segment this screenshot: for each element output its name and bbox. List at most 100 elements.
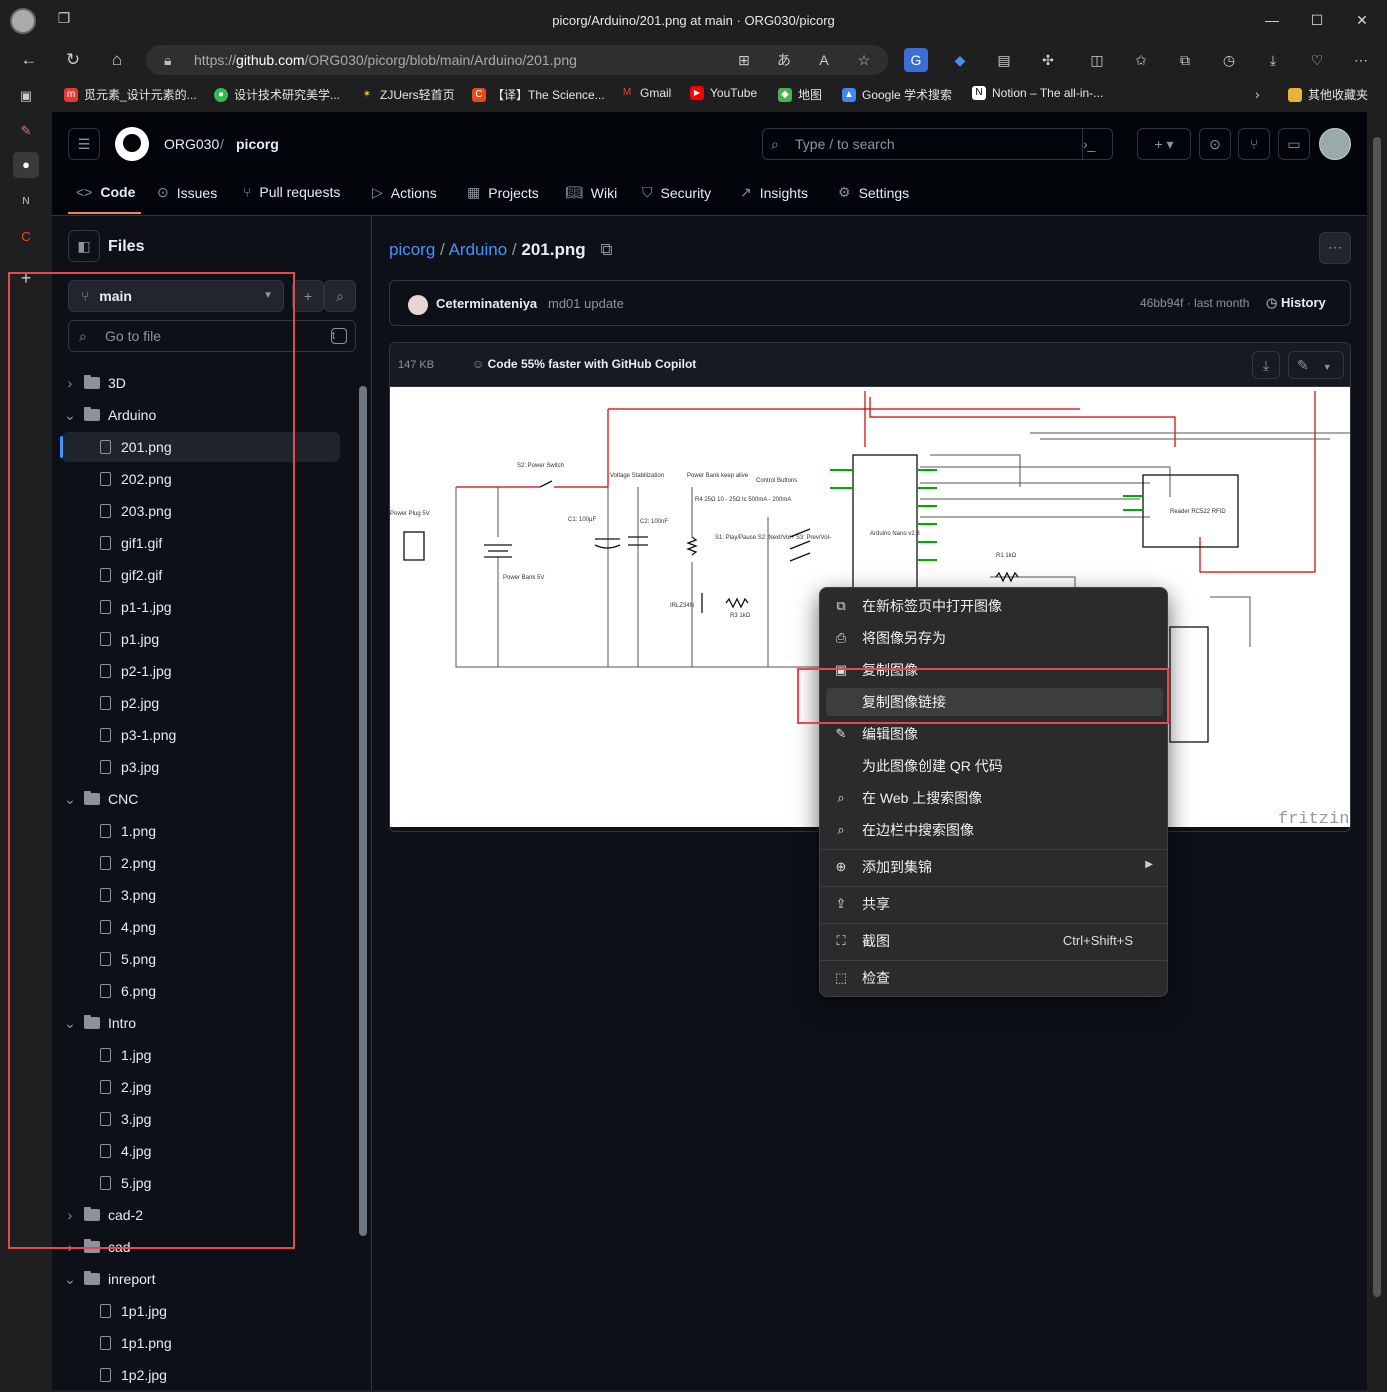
document-icon[interactable]: ▤ bbox=[992, 48, 1016, 72]
bookmark-item[interactable]: ● 设计技术研究美学... bbox=[214, 86, 340, 103]
home-icon[interactable]: ⌂ bbox=[104, 48, 130, 72]
more-options-button[interactable]: ⋯ bbox=[1319, 232, 1351, 264]
copy-path-icon[interactable]: ⧉ bbox=[600, 240, 612, 259]
shortcut-hint: t bbox=[331, 328, 347, 344]
copilot-promo[interactable]: ☺ Code 55% faster with GitHub Copilot bbox=[472, 357, 696, 371]
menu-item-inspect[interactable]: ⬚ 检查 bbox=[826, 964, 1163, 992]
search-input[interactable]: ⌕ Type / to search ›_ bbox=[762, 128, 1113, 160]
menu-item-add-to-collections[interactable]: ⊕ 添加到集锦 ▶ bbox=[826, 853, 1163, 881]
menu-separator bbox=[820, 923, 1167, 924]
commit-meta[interactable]: 46bb94f · last month bbox=[1140, 296, 1249, 310]
tab-code[interactable]: <> Code bbox=[76, 184, 135, 200]
latest-commit: Ceterminateniya md01 update 46bb94f · la… bbox=[389, 280, 1351, 326]
repo-name[interactable]: picorg bbox=[236, 136, 279, 152]
schematic-label: Power Bank 5V bbox=[503, 575, 544, 581]
back-icon[interactable]: ← bbox=[16, 48, 42, 72]
translator-ext-icon[interactable]: G bbox=[904, 48, 928, 72]
menu-item-save-image[interactable]: ⎙ 将图像另存为 bbox=[826, 624, 1163, 652]
menu-item-search-sidebar[interactable]: ⌕ 在边栏中搜索图像 bbox=[826, 816, 1163, 844]
breadcrumb-dir[interactable]: Arduino bbox=[449, 240, 508, 259]
menu-item-edit-image[interactable]: ✎ 编辑图像 bbox=[826, 720, 1163, 748]
read-aloud-icon[interactable]: A bbox=[812, 48, 836, 72]
tab-pull-requests[interactable]: ⑂ Pull requests bbox=[243, 184, 340, 200]
inspect-icon: ⬚ bbox=[834, 970, 848, 985]
app-available-icon[interactable]: ⊞ bbox=[732, 48, 756, 72]
tab-security[interactable]: ⛉ Security bbox=[642, 184, 711, 201]
annotation-highlight-box bbox=[8, 272, 295, 1249]
repo-owner[interactable]: ORG030 bbox=[164, 136, 219, 152]
tab-insights[interactable]: ↗ Insights bbox=[740, 184, 808, 201]
translate-icon[interactable]: あ bbox=[772, 48, 796, 72]
tab-actions-icon[interactable]: ▣ bbox=[13, 83, 39, 109]
minimize-icon[interactable]: — bbox=[1260, 8, 1284, 32]
tab-wiki[interactable]: 📖︎ Wiki bbox=[565, 184, 617, 201]
menu-item-qr-code[interactable]: 为此图像创建 QR 代码 bbox=[826, 752, 1163, 780]
bookmarks-overflow-icon[interactable]: › bbox=[1255, 86, 1260, 102]
bookmark-item[interactable]: N Notion – The all-in-... bbox=[972, 86, 1103, 100]
github-tab-icon[interactable]: ● bbox=[13, 152, 39, 178]
collapse-panel-icon[interactable]: ◧ bbox=[68, 230, 100, 262]
tab-projects[interactable]: ▦ Projects bbox=[467, 184, 539, 201]
add-file-button[interactable]: + bbox=[292, 280, 324, 312]
menu-item-open-new-tab[interactable]: ⧉ 在新标签页中打开图像 bbox=[826, 592, 1163, 620]
favorites-icon[interactable]: ✩ bbox=[1129, 48, 1153, 72]
other-favorites[interactable]: 其他收藏夹 bbox=[1288, 86, 1368, 103]
more-menu-icon[interactable]: ⋯ bbox=[1349, 48, 1373, 72]
commit-message[interactable]: md01 update bbox=[548, 296, 624, 311]
menu-item-search-web[interactable]: ⌕ 在 Web 上搜索图像 bbox=[826, 784, 1163, 812]
menu-item-screenshot[interactable]: ⛶ 截图 Ctrl+Shift+S bbox=[826, 927, 1163, 955]
github-logo-icon[interactable] bbox=[115, 127, 149, 161]
collections-toolbar-icon[interactable]: ⧉ bbox=[1173, 48, 1197, 72]
tree-file[interactable]: 1p1.png bbox=[62, 1328, 340, 1358]
menu-item-share[interactable]: ⇪ 共享 bbox=[826, 890, 1163, 918]
breadcrumb-repo[interactable]: picorg bbox=[389, 240, 435, 259]
bookmark-item[interactable]: ◆ 地图 bbox=[778, 86, 822, 103]
performance-icon[interactable]: ♡ bbox=[1305, 48, 1329, 72]
downloads-icon[interactable]: ⤓ bbox=[1261, 48, 1285, 72]
notion-tab-icon[interactable]: N bbox=[13, 189, 39, 215]
tree-file[interactable]: 1p2.jpg bbox=[62, 1360, 340, 1390]
bookmark-item[interactable]: ▶ YouTube bbox=[690, 86, 757, 100]
search-files-button[interactable]: ⌕ bbox=[324, 280, 356, 312]
bookmark-item[interactable]: ▲ Google 学术搜索 bbox=[842, 86, 952, 103]
command-palette-icon[interactable]: ›_ bbox=[1082, 129, 1112, 159]
close-icon[interactable]: ✕ bbox=[1350, 8, 1374, 32]
bookmark-item[interactable]: m 觅元素_设计元素的... bbox=[64, 86, 197, 103]
tab-settings[interactable]: ⚙ Settings bbox=[838, 184, 909, 201]
tab-actions[interactable]: ▷ Actions bbox=[372, 184, 437, 201]
search-web-icon: ⌕ bbox=[837, 790, 845, 805]
path-separator: / bbox=[220, 136, 224, 152]
csdn-tab-icon[interactable]: C bbox=[13, 224, 39, 250]
edit-button[interactable]: ✎ ▼ bbox=[1288, 351, 1344, 379]
extensions-icon[interactable]: ✣ bbox=[1036, 48, 1060, 72]
bookmark-item[interactable]: C 【译】The Science... bbox=[472, 86, 605, 103]
url-prefix: https:// bbox=[194, 52, 237, 68]
history-button[interactable]: ◷ History bbox=[1266, 295, 1326, 311]
author-avatar[interactable] bbox=[408, 295, 428, 315]
tree-folder[interactable]: ⌄ inreport bbox=[62, 1264, 340, 1294]
create-new-button[interactable]: + ▾ bbox=[1137, 128, 1191, 160]
history-toolbar-icon[interactable]: ◷ bbox=[1217, 48, 1241, 72]
breadcrumb-file: 201.png bbox=[521, 240, 586, 259]
notion-icon: N bbox=[972, 86, 986, 100]
menu-icon[interactable]: ☰ bbox=[68, 128, 100, 160]
tree-scrollbar[interactable] bbox=[359, 386, 367, 1236]
bookmark-item[interactable]: ✶ ZJUers轻首页 bbox=[360, 86, 455, 103]
refresh-icon[interactable]: ↻ bbox=[60, 48, 86, 72]
commit-author[interactable]: Ceterminateniya bbox=[436, 296, 537, 311]
tree-file[interactable]: 1p1.jpg bbox=[62, 1296, 340, 1326]
pull-requests-icon[interactable]: ⑂ bbox=[1238, 128, 1270, 160]
favorite-star-icon[interactable]: ☆ bbox=[852, 48, 876, 72]
inbox-icon[interactable]: ▭ bbox=[1278, 128, 1310, 160]
page-scrollbar[interactable] bbox=[1367, 112, 1387, 1392]
bookmark-item[interactable]: M Gmail bbox=[620, 86, 672, 100]
sidebar-tab-icon[interactable]: ✎ bbox=[13, 118, 39, 144]
tab-issues[interactable]: ⊙ Issues bbox=[157, 184, 217, 201]
maximize-icon[interactable]: ☐ bbox=[1305, 8, 1329, 32]
download-button[interactable]: ⤓ bbox=[1252, 351, 1280, 379]
user-avatar[interactable] bbox=[1319, 128, 1351, 160]
split-screen-icon[interactable]: ◫ bbox=[1085, 48, 1109, 72]
chevron-down-icon[interactable]: ⌄ bbox=[62, 1271, 78, 1288]
extension-blue-icon[interactable]: ◆ bbox=[948, 48, 972, 72]
issues-icon[interactable]: ⊙ bbox=[1199, 128, 1231, 160]
